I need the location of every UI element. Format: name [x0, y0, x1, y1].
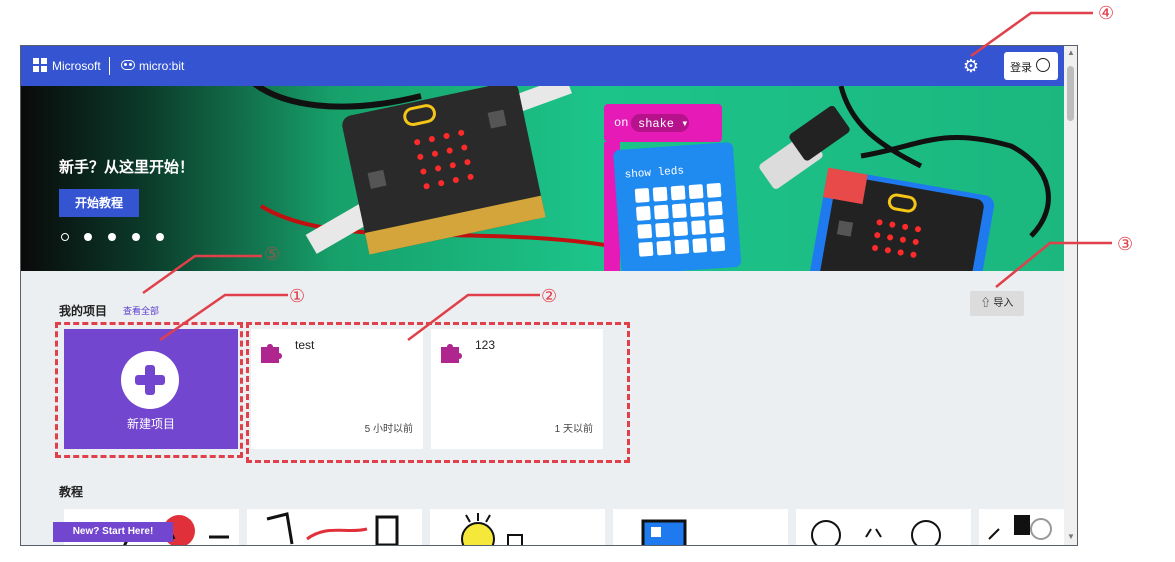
tutorials-title: 教程 — [59, 485, 84, 499]
view-all-link[interactable]: 查看全部 — [123, 304, 159, 317]
hero-artwork: on shake ▾ show leds — [252, 86, 1051, 271]
annotation-box-2 — [246, 322, 630, 463]
microbit-logo-icon — [121, 60, 135, 70]
callout-1: ① — [289, 286, 306, 306]
scroll-down-icon[interactable]: ▼ — [1067, 532, 1075, 541]
tutorial-card[interactable] — [247, 509, 422, 545]
scroll-up-icon[interactable]: ▲ — [1067, 48, 1075, 57]
block-on-text: on — [614, 116, 628, 130]
tutorial-thumbnail — [811, 520, 941, 545]
start-tutorial-button[interactable]: 开始教程 — [59, 189, 139, 217]
tutorial-thumbnail — [266, 512, 399, 545]
import-button[interactable]: ⇧ 导入 — [970, 291, 1024, 316]
gear-icon[interactable]: ⚙ — [962, 57, 980, 75]
top-header: Microsoft micro:bit ⚙ 登录 — [21, 46, 1077, 86]
carousel-dot-3[interactable] — [108, 233, 116, 241]
vertical-scrollbar[interactable]: ▲ ▼ — [1064, 46, 1077, 545]
tutorial-thumbnail — [461, 513, 523, 545]
login-label: 登录 — [1010, 62, 1032, 74]
tutorial-card[interactable] — [979, 509, 1064, 545]
tutorial-thumbnail — [988, 515, 1052, 540]
my-projects-title: 我的项目 — [59, 304, 108, 318]
app-window: Microsoft micro:bit ⚙ 登录 on shake ▾ show… — [20, 45, 1078, 546]
callout-4: ④ — [1098, 3, 1115, 23]
hero-title: 新手？从这里开始！ — [59, 159, 195, 176]
scrollbar-thumb[interactable] — [1067, 66, 1074, 121]
login-button[interactable]: 登录 — [1004, 52, 1058, 80]
import-label: 导入 — [993, 298, 1014, 309]
carousel-dot-4[interactable] — [132, 233, 140, 241]
carousel-dot-5[interactable] — [156, 233, 164, 241]
header-divider — [109, 57, 110, 75]
callout-2: ② — [541, 286, 558, 306]
tutorial-card[interactable] — [796, 509, 971, 545]
tutorial-card[interactable] — [430, 509, 605, 545]
annotation-box-1 — [55, 322, 243, 458]
carousel-dot-2[interactable] — [84, 233, 92, 241]
new-start-here-badge[interactable]: New? Start Here! — [53, 522, 173, 542]
microbit-label: micro:bit — [139, 59, 185, 73]
block-shake-text: shake ▾ — [638, 117, 688, 131]
tutorial-thumbnail — [641, 519, 687, 545]
tutorial-card[interactable] — [613, 509, 788, 545]
microsoft-label: Microsoft — [52, 59, 101, 73]
callout-5: ⑤ — [264, 244, 281, 264]
microsoft-logo-icon — [33, 58, 47, 72]
upload-icon: ⇧ — [980, 298, 991, 309]
hero-banner: on shake ▾ show leds 新手？从这里开始！ 开始教程 — [21, 86, 1064, 271]
callout-3: ③ — [1117, 234, 1134, 254]
user-avatar-icon — [1036, 58, 1050, 72]
carousel-dot-1[interactable] — [61, 233, 69, 241]
